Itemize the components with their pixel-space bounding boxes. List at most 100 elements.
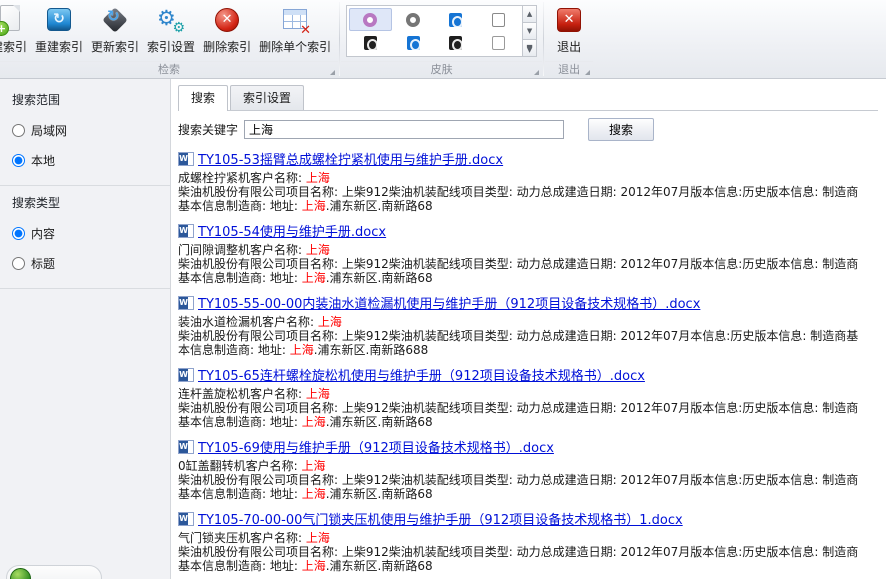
result-link[interactable]: TY105-65连杆螺栓旋松机使用与维护手册（912项目设备技术规格书）.doc… <box>198 365 645 384</box>
snippet-address: .浦东新区.南新路68 <box>326 199 433 213</box>
ribbon-separator <box>543 2 544 76</box>
search-result: W TY105-70-00-00气门锁夹压机使用与维护手册（912项目设备技术规… <box>178 509 878 573</box>
search-type-section: 搜索类型 内容 标题 <box>0 186 170 289</box>
keyword-highlight: 上海 <box>306 243 330 257</box>
local-radio[interactable] <box>12 154 25 167</box>
index-group-caption: 检索 <box>0 61 338 78</box>
skin-option-light-clock[interactable] <box>477 8 520 31</box>
search-input[interactable] <box>244 120 564 139</box>
skin-thumbnail-icon <box>449 13 462 27</box>
keyword-highlight: 上海 <box>302 559 326 573</box>
search-scope-title: 搜索范围 <box>12 91 158 108</box>
skin-option-black[interactable] <box>435 31 478 54</box>
skin-grid <box>346 5 522 57</box>
gallery-scroll-down-icon[interactable]: ▼ <box>522 22 537 39</box>
keyword-highlight: 上海 <box>302 487 326 501</box>
update-index-button[interactable]: ↻ 更新索引 <box>87 2 143 57</box>
snippet-lead: 成螺栓拧紧机客户名称: <box>178 171 306 185</box>
green-ball-icon <box>10 568 31 579</box>
new-index-button[interactable]: + 建索引 <box>0 2 31 57</box>
word-doc-icon: W <box>178 512 194 526</box>
tab-search[interactable]: 搜索 <box>178 85 228 111</box>
snippet-body: 柴油机股份有限公司项目名称: 上柴912柴油机装配线项目类型: 动力总成建造日期… <box>178 185 858 213</box>
exit-label: 退出 <box>557 38 581 55</box>
taskbar-peek-button[interactable] <box>6 565 102 579</box>
search-type-title: 搜索类型 <box>12 194 158 211</box>
snippet-body: 柴油机股份有限公司项目名称: 上柴912柴油机装配线项目类型: 动力总成建造日期… <box>178 329 858 357</box>
index-settings-button[interactable]: ⚙⚙ 索引设置 <box>143 2 199 57</box>
snippet-lead: 气门锁夹压机客户名称: <box>178 531 306 545</box>
results-list: W TY105-53摇臂总成螺栓拧紧机使用与维护手册.docx 成螺栓拧紧机客户… <box>178 149 878 579</box>
exit-icon: ✕ <box>552 4 586 36</box>
snippet-address: .浦东新区.南新路68 <box>326 271 433 285</box>
skin-option-colorful-ring[interactable] <box>349 8 392 31</box>
search-tab-panel: 搜索关键字 搜索 W TY105-53摇臂总成螺栓拧紧机使用与维护手册.docx… <box>178 110 878 579</box>
snippet-body: 柴油机股份有限公司项目名称: 上柴912柴油机装配线项目类型: 动力总成建造日期… <box>178 401 858 429</box>
content-area: 搜索范围 局域网 本地 搜索类型 内容 标题 搜索 索引设置 <box>0 79 886 579</box>
gallery-dropdown-icon[interactable]: ▬▼ <box>522 39 537 57</box>
skin-group-caption: 皮肤 <box>341 61 542 78</box>
rebuild-index-button[interactable]: ↻ 重建索引 <box>31 2 87 57</box>
dialog-launcher-icon[interactable] <box>534 70 539 75</box>
index-settings-label: 索引设置 <box>147 38 195 55</box>
result-link[interactable]: TY105-69使用与维护手册（912项目设备技术规格书）.docx <box>198 437 554 456</box>
keyword-highlight: 上海 <box>306 531 330 545</box>
main-panel: 搜索 索引设置 搜索关键字 搜索 W TY105-53摇臂总成螺栓拧紧机使用与维… <box>171 79 886 579</box>
keyword-highlight: 上海 <box>318 315 342 329</box>
snippet-body: 柴油机股份有限公司项目名称: 上柴912柴油机装配线项目类型: 动力总成建造日期… <box>178 545 858 573</box>
skin-option-gray[interactable] <box>477 31 520 54</box>
gallery-scroll-up-icon[interactable]: ▲ <box>522 5 537 22</box>
result-snippet: 成螺栓拧紧机客户名称: 上海 柴油机股份有限公司项目名称: 上柴912柴油机装配… <box>178 171 870 213</box>
update-index-label: 更新索引 <box>91 38 139 55</box>
ribbon-group-skin: ▲ ▼ ▬▼ 皮肤 <box>341 0 542 78</box>
rebuild-index-label: 重建索引 <box>35 38 83 55</box>
sidebar: 搜索范围 局域网 本地 搜索类型 内容 标题 <box>0 79 171 579</box>
search-button[interactable]: 搜索 <box>588 118 654 141</box>
dialog-launcher-icon[interactable] <box>585 70 590 75</box>
keyword-highlight: 上海 <box>290 343 314 357</box>
skin-option-blue-clock[interactable] <box>435 8 478 31</box>
tab-bar: 搜索 索引设置 <box>178 85 886 110</box>
search-row: 搜索关键字 搜索 <box>178 118 878 141</box>
snippet-lead: 0缸盖翻转机客户名称: <box>178 459 302 473</box>
lan-radio[interactable] <box>12 124 25 137</box>
delete-single-index-button[interactable]: ✕ 删除单个索引 <box>255 2 335 57</box>
title-radio[interactable] <box>12 257 25 270</box>
type-option-title[interactable]: 标题 <box>12 255 158 272</box>
content-radio[interactable] <box>12 227 25 240</box>
result-link[interactable]: TY105-54使用与维护手册.docx <box>198 221 386 240</box>
update-index-icon: ↻ <box>98 4 132 36</box>
ribbon-group-index: + 建索引 ↻ 重建索引 ↻ 更新索引 ⚙⚙ 索引设置 ✕ 删除索引 ✕ 删除单… <box>0 0 338 78</box>
result-snippet: 连杆盖旋松机客户名称: 上海 柴油机股份有限公司项目名称: 上柴912柴油机装配… <box>178 387 870 429</box>
skin-thumbnail-icon <box>492 13 505 27</box>
type-option-content[interactable]: 内容 <box>12 225 158 242</box>
result-link[interactable]: TY105-55-00-00内装油水道检漏机使用与维护手册（912项目设备技术规… <box>198 293 700 312</box>
result-link[interactable]: TY105-53摇臂总成螺栓拧紧机使用与维护手册.docx <box>198 149 503 168</box>
result-snippet: 装油水道检漏机客户名称: 上海 柴油机股份有限公司项目名称: 上柴912柴油机装… <box>178 315 870 357</box>
search-keyword-label: 搜索关键字 <box>178 121 238 138</box>
scope-option-local[interactable]: 本地 <box>12 152 158 169</box>
snippet-lead: 连杆盖旋松机客户名称: <box>178 387 306 401</box>
skin-option-blue[interactable] <box>392 31 435 54</box>
result-link[interactable]: TY105-70-00-00气门锁夹压机使用与维护手册（912项目设备技术规格书… <box>198 509 683 528</box>
content-label: 内容 <box>31 225 55 242</box>
skin-thumbnail-icon <box>492 36 505 50</box>
dialog-launcher-icon[interactable] <box>330 70 335 75</box>
delete-index-icon: ✕ <box>210 4 244 36</box>
rebuild-index-icon: ↻ <box>42 4 76 36</box>
tab-index-settings[interactable]: 索引设置 <box>230 85 304 110</box>
delete-index-label: 删除索引 <box>203 38 251 55</box>
scope-option-lan[interactable]: 局域网 <box>12 122 158 139</box>
local-label: 本地 <box>31 152 55 169</box>
snippet-address: .浦东新区.南新路68 <box>326 559 433 573</box>
search-result: W TY105-55-00-00内装油水道检漏机使用与维护手册（912项目设备技… <box>178 293 878 357</box>
skin-thumbnail-icon <box>363 13 377 27</box>
exit-button[interactable]: ✕ 退出 <box>548 2 590 57</box>
skin-option-gray-ring[interactable] <box>392 8 435 31</box>
keyword-highlight: 上海 <box>302 271 326 285</box>
word-doc-icon: W <box>178 152 194 166</box>
delete-index-button[interactable]: ✕ 删除索引 <box>199 2 255 57</box>
skin-gallery-arrows: ▲ ▼ ▬▼ <box>522 5 537 57</box>
snippet-lead: 门间隙调整机客户名称: <box>178 243 306 257</box>
skin-option-black-clock[interactable] <box>349 31 392 54</box>
